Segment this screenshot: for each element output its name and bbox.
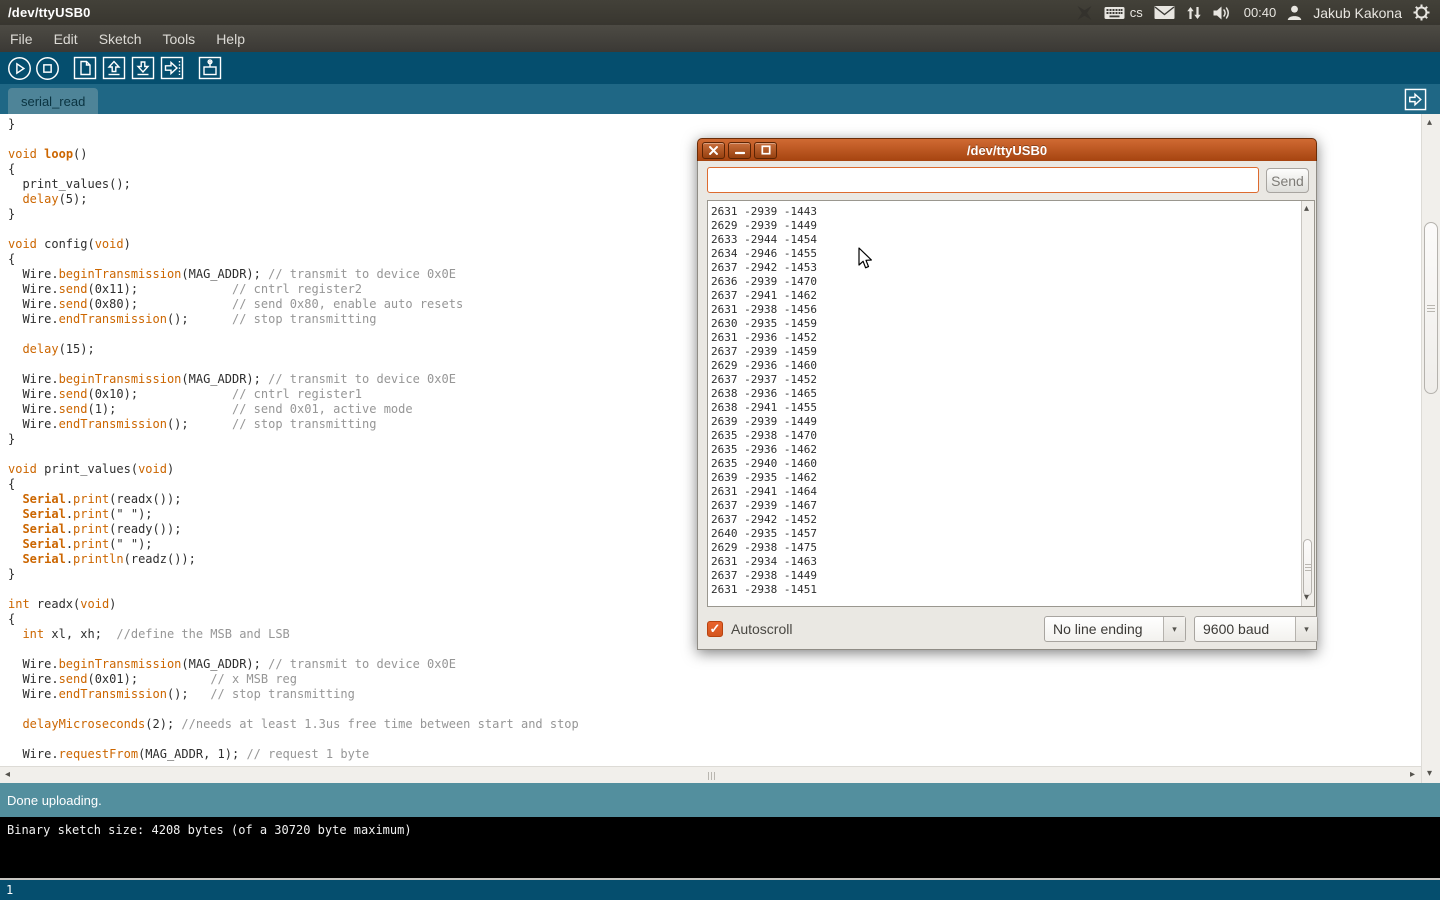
menu-sketch[interactable]: Sketch [99,31,142,47]
tab-menu-button[interactable] [1404,88,1427,111]
system-top-bar: /dev/ttyUSB0 cs 00:40 Jakub Kakona [0,0,1440,25]
serial-scroll-thumb[interactable] [1303,539,1312,596]
chevron-down-icon: ▾ [1295,617,1317,641]
stop-button[interactable] [33,54,61,82]
menu-help[interactable]: Help [216,31,245,47]
minimize-button[interactable] [728,142,751,159]
editor-horizontal-scrollbar[interactable]: ◂ ▸ [0,766,1421,783]
console-output: Binary sketch size: 4208 bytes (of a 307… [0,817,1440,878]
user-icon[interactable] [1287,5,1302,21]
username[interactable]: Jakub Kakona [1313,5,1402,21]
session-gear-icon[interactable] [1413,4,1430,21]
autoscroll-checkbox[interactable]: ✓ [707,621,723,637]
indicator-pinwheel-icon[interactable] [1076,5,1093,21]
verify-button[interactable] [5,54,33,82]
minimize-icon [735,145,745,155]
chevron-down-icon: ▾ [1163,617,1185,641]
status-message: Done uploading. [7,793,102,808]
editor-vscroll-thumb[interactable] [1424,222,1438,394]
serial-send-input[interactable] [707,167,1259,193]
serial-monitor-window: /dev/ttyUSB0 Send 2631 -2939 -14432629 -… [697,138,1317,650]
editor-hscroll-thumb[interactable] [708,772,715,780]
menu-tools[interactable]: Tools [163,31,196,47]
serial-scrollbar[interactable]: ▴ ▾ [1301,201,1314,606]
serial-monitor-controls: ✓ Autoscroll No line ending ▾ 9600 baud … [707,615,1308,643]
status-bar: Done uploading. [0,783,1440,817]
serial-monitor-title: /dev/ttyUSB0 [698,143,1316,158]
maximize-icon [761,145,771,155]
line-number: 1 [6,883,13,897]
menu-bar: File Edit Sketch Tools Help [0,25,1440,52]
system-tray: cs 00:40 Jakub Kakona [1076,4,1440,21]
close-icon [709,146,718,155]
serial-output-text: 2631 -2939 -14432629 -2939 -14492633 -29… [708,201,1314,597]
upload-button[interactable] [158,54,186,82]
toolbar [0,52,1440,84]
scroll-left-arrow-icon[interactable]: ◂ [5,770,10,780]
maximize-button[interactable] [754,142,777,159]
keyboard-icon[interactable] [1104,6,1125,20]
mouse-cursor [858,247,874,275]
serial-monitor-body: Send 2631 -2939 -14432629 -2939 -1449263… [697,161,1317,650]
line-ending-dropdown[interactable]: No line ending ▾ [1044,616,1186,642]
serial-monitor-button[interactable] [196,54,224,82]
new-sketch-button[interactable] [71,54,99,82]
tab-bar: serial_read [0,84,1440,114]
serial-output-area[interactable]: 2631 -2939 -14432629 -2939 -14492633 -29… [707,200,1315,607]
console-line: Binary sketch size: 4208 bytes (of a 307… [7,823,412,837]
network-arrows-icon[interactable] [1186,5,1202,21]
serial-scroll-up-icon[interactable]: ▴ [1304,204,1309,214]
send-button[interactable]: Send [1266,168,1309,193]
close-button[interactable] [702,142,725,159]
serial-scroll-down-icon[interactable]: ▾ [1304,593,1309,603]
line-number-bar: 1 [0,878,1440,900]
mail-icon[interactable] [1154,5,1175,20]
serial-monitor-titlebar[interactable]: /dev/ttyUSB0 [697,138,1317,161]
editor-vertical-scrollbar[interactable]: ▴ ▾ [1421,114,1440,783]
save-sketch-button[interactable] [129,54,157,82]
autoscroll-label: Autoscroll [731,621,792,637]
open-sketch-button[interactable] [100,54,128,82]
scroll-right-arrow-icon[interactable]: ▸ [1410,770,1415,780]
window-title: /dev/ttyUSB0 [0,5,91,20]
keyboard-layout-label[interactable]: cs [1130,5,1143,20]
menu-file[interactable]: File [10,31,33,47]
tab-serial-read[interactable]: serial_read [8,88,98,114]
menu-edit[interactable]: Edit [54,31,78,47]
volume-icon[interactable] [1213,5,1233,21]
scroll-down-arrow-icon[interactable]: ▾ [1427,769,1432,779]
scroll-up-arrow-icon[interactable]: ▴ [1427,118,1432,128]
tab-label: serial_read [21,94,85,109]
baud-rate-dropdown[interactable]: 9600 baud ▾ [1194,616,1318,642]
clock[interactable]: 00:40 [1244,5,1277,20]
